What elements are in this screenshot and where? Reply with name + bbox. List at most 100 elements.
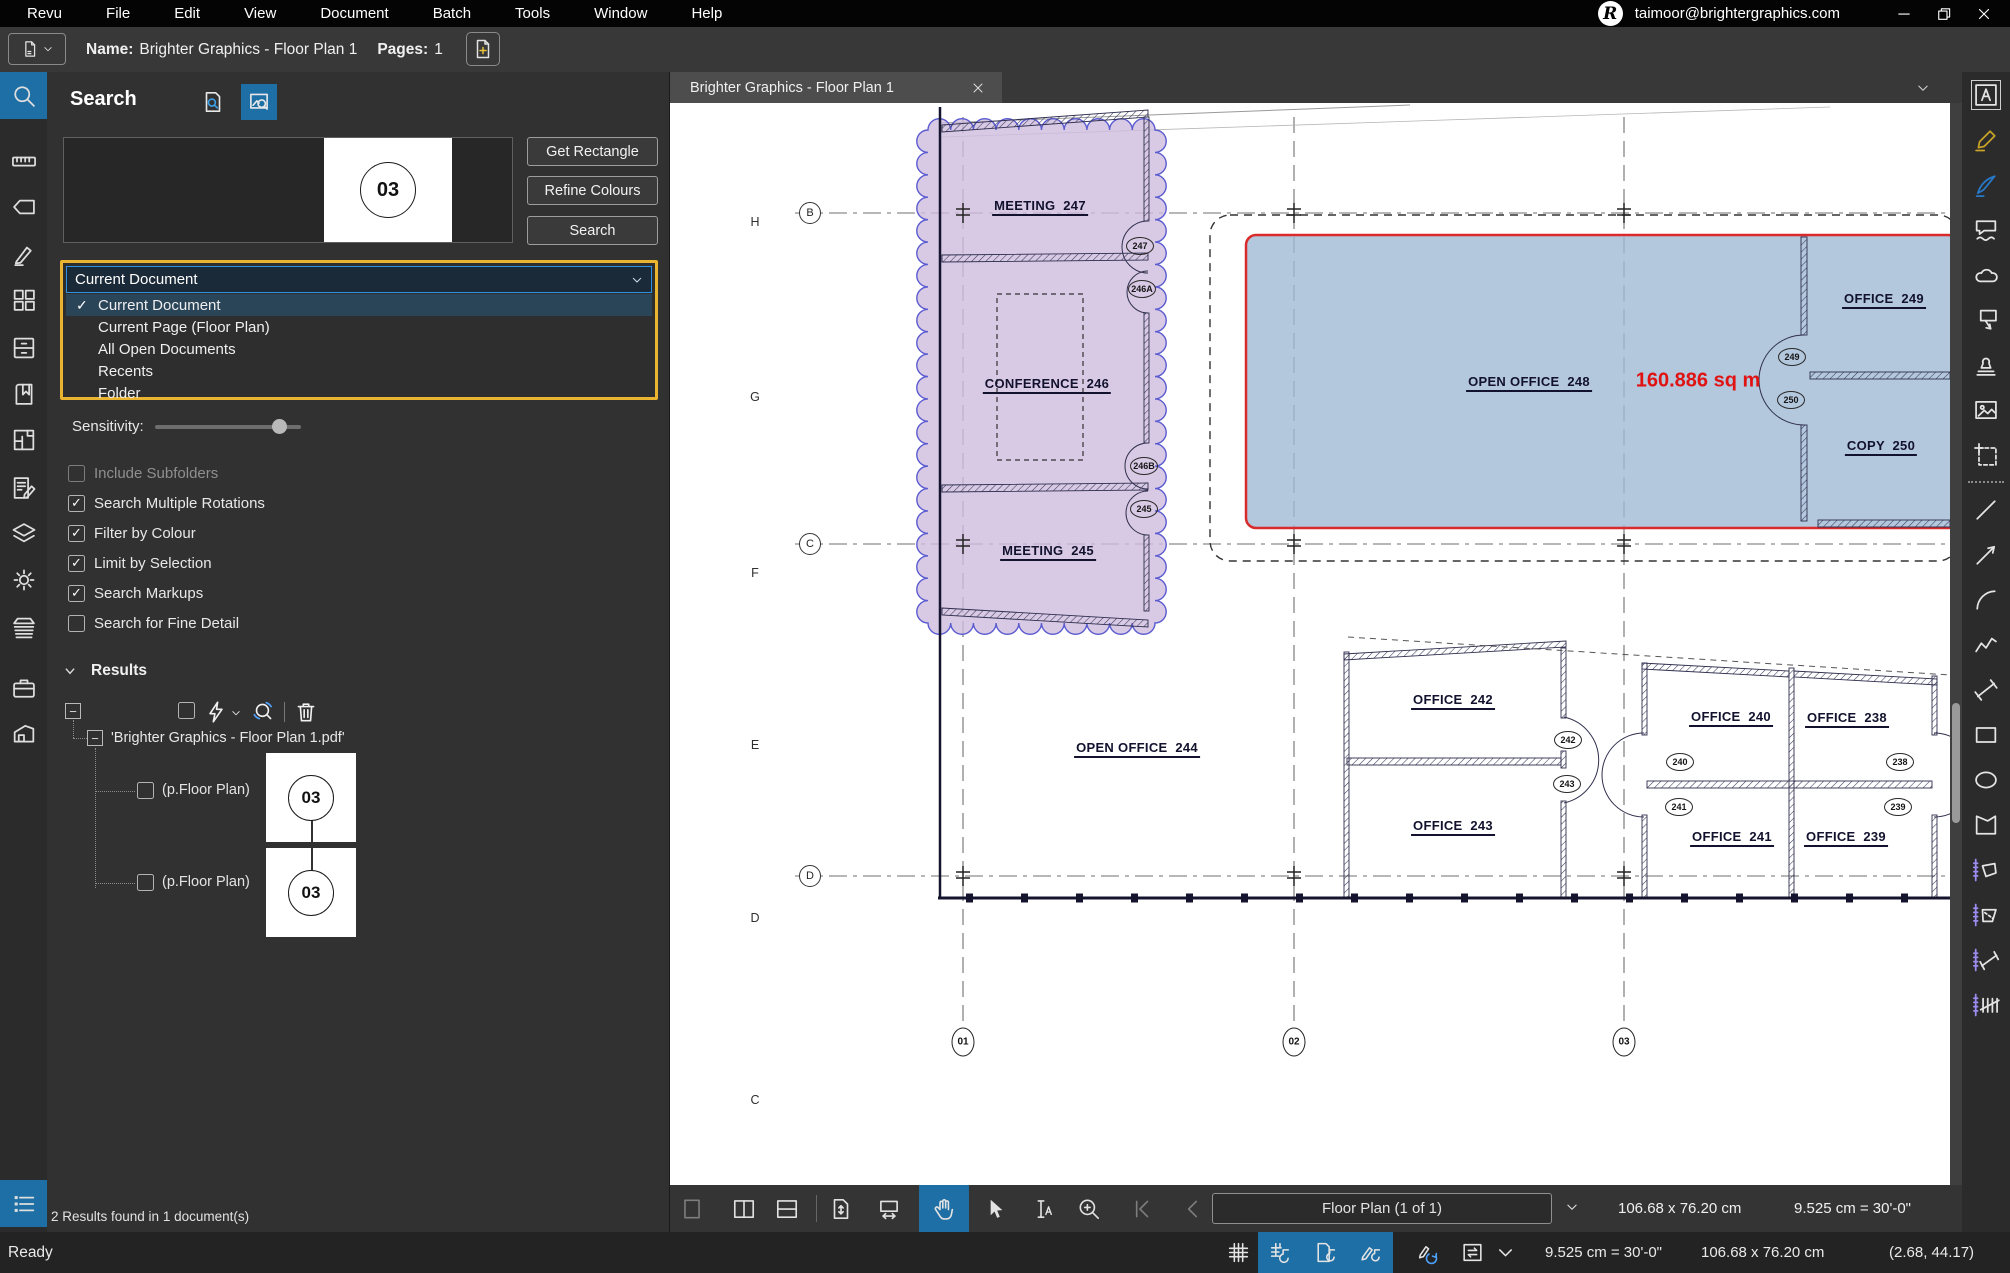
- measure-count-tool-icon[interactable]: [1971, 990, 2001, 1020]
- measure-polygon-tool-icon[interactable]: [1971, 855, 2001, 885]
- measurements-panel-icon[interactable]: [0, 137, 47, 184]
- single-page-view-icon[interactable]: [673, 1185, 711, 1232]
- scope-option[interactable]: Recents: [66, 360, 652, 382]
- pan-tool-icon[interactable]: [919, 1185, 969, 1232]
- menu-item-document[interactable]: Document: [320, 5, 388, 22]
- tab-list-chevron-icon[interactable]: [1914, 79, 1932, 97]
- scope-option[interactable]: Current Page (Floor Plan): [66, 316, 652, 338]
- checkbox-search-markups[interactable]: [68, 584, 85, 602]
- result-checkbox[interactable]: [137, 782, 154, 799]
- minimize-icon[interactable]: [1884, 0, 1924, 27]
- chevron-down-icon[interactable]: [1492, 1232, 1518, 1273]
- split-vertical-icon[interactable]: [725, 1185, 763, 1232]
- snap-to-grid-icon[interactable]: [1258, 1232, 1303, 1273]
- status-scale[interactable]: 9.525 cm = 30'-0": [1545, 1232, 1662, 1273]
- menu-item-file[interactable]: File: [106, 5, 130, 22]
- menu-item-help[interactable]: Help: [691, 5, 722, 22]
- text-box-tool-icon[interactable]: [1971, 80, 2001, 110]
- checkbox-limit-by-selection[interactable]: [68, 554, 85, 572]
- arc-tool-icon[interactable]: [1971, 585, 2001, 615]
- ellipse-tool-icon[interactable]: [1971, 765, 2001, 795]
- scope-option[interactable]: Folder: [66, 382, 652, 404]
- rectangle-tool-icon[interactable]: [1971, 720, 2001, 750]
- text-search-icon[interactable]: [195, 84, 231, 120]
- chevron-down-icon[interactable]: [229, 706, 243, 720]
- scrollbar-thumb[interactable]: [1952, 703, 1960, 823]
- layers-panel-icon[interactable]: [0, 510, 47, 557]
- close-icon[interactable]: [1964, 0, 2004, 27]
- search-panel-icon[interactable]: [0, 72, 47, 119]
- scope-select[interactable]: Current Document: [66, 266, 652, 293]
- result-label[interactable]: (p.Floor Plan): [162, 782, 250, 798]
- checkbox-include-subfolders[interactable]: [68, 464, 85, 482]
- measure-length-tool-icon[interactable]: [1971, 945, 2001, 975]
- properties-panel-icon[interactable]: [0, 556, 47, 603]
- studio-panel-icon[interactable]: [0, 710, 47, 757]
- zoom-tool-icon[interactable]: [1070, 1185, 1108, 1232]
- reuse-markup-icon[interactable]: [1405, 1232, 1450, 1273]
- menu-item-revu[interactable]: Revu: [27, 5, 62, 22]
- markup-tools-icon[interactable]: [0, 230, 47, 277]
- trash-icon[interactable]: [293, 699, 319, 725]
- menu-item-edit[interactable]: Edit: [174, 5, 200, 22]
- sync-views-icon[interactable]: [1450, 1232, 1495, 1273]
- snapshot-tool-icon[interactable]: [1971, 440, 2001, 470]
- spaces-panel-icon[interactable]: [0, 416, 47, 463]
- restore-icon[interactable]: [1924, 0, 1964, 27]
- snap-to-markup-icon[interactable]: [1348, 1232, 1393, 1273]
- bookmarks-panel-icon[interactable]: [0, 370, 47, 417]
- search-button[interactable]: Search: [527, 216, 658, 245]
- chevron-down-icon[interactable]: [1563, 1198, 1581, 1216]
- fit-page-icon[interactable]: [822, 1185, 860, 1232]
- menu-item-batch[interactable]: Batch: [433, 5, 471, 22]
- vertical-scrollbar[interactable]: [1950, 103, 1962, 1185]
- apply-action-icon[interactable]: [203, 699, 229, 725]
- stamp-tool-icon[interactable]: [1971, 350, 2001, 380]
- fit-width-icon[interactable]: [870, 1185, 908, 1232]
- scope-option[interactable]: All Open Documents: [66, 338, 652, 360]
- refine-colours-button[interactable]: Refine Colours: [527, 176, 658, 205]
- file-collapse-box[interactable]: [87, 730, 103, 746]
- tool-chest-panel-icon[interactable]: [0, 664, 47, 711]
- snap-to-content-icon[interactable]: [1303, 1232, 1348, 1273]
- result-thumbnail[interactable]: 03: [266, 848, 356, 937]
- callout-underline-tool-icon[interactable]: [1971, 215, 2001, 245]
- new-page-button[interactable]: [466, 32, 500, 66]
- checkbox-search-multiple-rotations[interactable]: [68, 494, 85, 512]
- highlighter-tool-icon[interactable]: [1971, 125, 2001, 155]
- drawing-canvas[interactable]: 160.886 sq m MEETING 247 CONFERENCE 246 ME…: [670, 103, 1950, 1185]
- arrow-tool-icon[interactable]: [1971, 540, 2001, 570]
- checkbox-search-for-fine-detail[interactable]: [68, 614, 85, 632]
- measure-area-tool-icon[interactable]: [1971, 900, 2001, 930]
- thumbnails-panel-icon[interactable]: [0, 276, 47, 323]
- dimension-tool-icon[interactable]: [1971, 675, 2001, 705]
- checkbox-filter-by-colour[interactable]: [68, 524, 85, 542]
- document-select-button[interactable]: [8, 33, 66, 65]
- get-rectangle-button[interactable]: Get Rectangle: [527, 137, 658, 166]
- menu-item-window[interactable]: Window: [594, 5, 647, 22]
- image-tool-icon[interactable]: [1971, 395, 2001, 425]
- scope-option[interactable]: ✓ Current Document: [66, 294, 652, 316]
- previous-page-icon[interactable]: [1174, 1185, 1212, 1232]
- sensitivity-slider[interactable]: [155, 419, 301, 434]
- first-page-icon[interactable]: [1122, 1185, 1160, 1232]
- document-tab[interactable]: Brighter Graphics - Floor Plan 1: [670, 72, 1002, 103]
- result-label[interactable]: (p.Floor Plan): [162, 874, 250, 890]
- pen-tool-icon[interactable]: [1971, 170, 2001, 200]
- line-tool-icon[interactable]: [1971, 495, 2001, 525]
- area-measurement-label[interactable]: 160.886 sq m: [1636, 370, 1761, 393]
- results-header[interactable]: Results: [63, 662, 147, 680]
- select-tool-icon[interactable]: [976, 1185, 1014, 1232]
- markups-list-toggle-icon[interactable]: [0, 1180, 47, 1227]
- callout-tool-icon[interactable]: [1971, 305, 2001, 335]
- result-thumbnail[interactable]: 03: [266, 753, 356, 842]
- result-checkbox[interactable]: [137, 874, 154, 891]
- result-file-label[interactable]: 'Brighter Graphics - Floor Plan 1.pdf': [111, 730, 345, 746]
- tag-panel-icon[interactable]: [0, 183, 47, 230]
- select-text-icon[interactable]: [1022, 1185, 1060, 1232]
- cloud-tool-icon[interactable]: [1971, 260, 2001, 290]
- close-tab-icon[interactable]: [968, 78, 988, 98]
- file-access-panel-icon[interactable]: [0, 324, 47, 371]
- sensitivity-slider-thumb[interactable]: [272, 419, 288, 434]
- page-select[interactable]: Floor Plan (1 of 1): [1212, 1193, 1552, 1224]
